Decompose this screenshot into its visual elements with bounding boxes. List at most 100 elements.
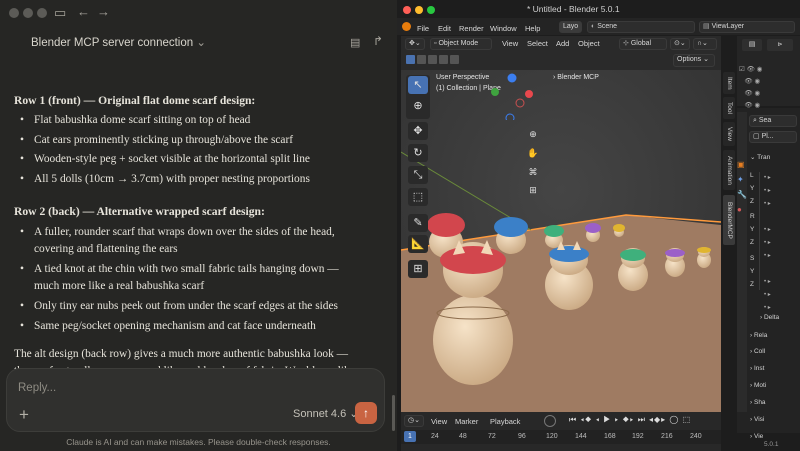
select-subtract-icon[interactable] — [428, 55, 437, 64]
proportional-edit-icon[interactable]: ∩⌄ — [693, 38, 717, 50]
chat-scrollbar[interactable] — [392, 395, 395, 431]
close-window-button[interactable] — [9, 8, 19, 18]
transform-tool-icon[interactable]: ⬚ — [408, 188, 428, 206]
properties-search[interactable]: ⌕ Sea — [749, 115, 797, 127]
mode-selector[interactable]: ▫ Object Mode — [430, 38, 492, 50]
close-window-button[interactable] — [403, 6, 411, 14]
transform-orientation[interactable]: ⊹ Global — [619, 38, 667, 50]
visibility-header[interactable]: › Visi — [750, 414, 782, 426]
playback-controls[interactable]: ⏮ ◂◆ ◂ ▶ ▸ ◆▸ ⏭ — [569, 415, 646, 425]
viewport-menu-select[interactable]: Select — [527, 39, 548, 48]
zoom-window-button[interactable] — [37, 8, 47, 18]
blender-mcp-panel-header[interactable]: › Blender MCP — [553, 74, 599, 81]
tab-item[interactable]: Item — [723, 72, 735, 94]
editor-type-icon[interactable]: ✥⌄ — [405, 38, 425, 50]
object-name-field[interactable]: ▢ Pl... — [749, 131, 797, 143]
options-label: Options — [677, 56, 702, 63]
model-name: Sonnet 4.6 — [293, 408, 347, 420]
keyframe-controls[interactable]: ◂◆▸ ◯ ⬚ — [649, 415, 691, 424]
modifier-properties-icon[interactable]: 🔧 — [737, 190, 747, 199]
tool-properties-icon[interactable]: ✦ — [737, 175, 747, 184]
back-arrow-icon[interactable]: ← — [77, 4, 90, 19]
forward-arrow-icon[interactable]: → — [97, 4, 110, 19]
row2-list: A fuller, rounder scarf that wraps down … — [14, 224, 354, 337]
shading-header[interactable]: › Sha — [750, 397, 782, 409]
zoom-icon[interactable]: ⊕ — [526, 127, 540, 141]
row1-heading: Row 1 (front) — Original flat dome scarf… — [14, 94, 256, 107]
select-tool-icon[interactable]: ↖ — [408, 76, 428, 94]
menu-file[interactable]: File — [417, 24, 429, 33]
view-layer-selector[interactable]: ▤ ViewLayer — [699, 21, 795, 33]
record-icon[interactable] — [544, 415, 556, 427]
annotate-tool-icon[interactable]: ✎ — [408, 214, 428, 232]
snap-icon[interactable]: ⊙⌄ — [670, 38, 690, 50]
minimize-window-button[interactable] — [415, 6, 423, 14]
tab-layout[interactable]: Layo — [559, 21, 583, 33]
select-box-mode-icon[interactable] — [406, 55, 415, 64]
3d-viewport[interactable]: User Perspective (1) Collection | Plane … — [401, 70, 721, 412]
property-value-dots: • ▸ • ▸ • ▸ • ▸ • ▸ • ▸ • ▸ • ▸ • ▸ — [759, 172, 781, 311]
tab-tool[interactable]: Tool — [723, 97, 735, 119]
share-icon[interactable]: ↱ — [373, 34, 383, 48]
outliner-filter-icon[interactable]: ⊳ — [767, 39, 793, 51]
timeline-menu-view[interactable]: View — [431, 417, 447, 426]
outliner-editor-icon[interactable]: ▤ — [742, 39, 762, 51]
blender-logo-icon[interactable] — [402, 22, 411, 31]
measure-tool-icon[interactable]: 📐 — [408, 235, 428, 253]
reply-box[interactable]: Reply... + Sonnet 4.6 ⌄ ↑ — [6, 368, 385, 432]
outliner-visibility-icons[interactable]: ☑ 👁 ◉ 👁 ◉ 👁 ◉ 👁 ◉ — [739, 64, 762, 112]
frame-tick: 48 — [459, 433, 467, 440]
section-label: Inst — [753, 365, 765, 372]
timeline-editor-icon[interactable]: ◷⌄ — [404, 415, 424, 427]
select-intersect-icon[interactable] — [450, 55, 459, 64]
menu-edit[interactable]: Edit — [438, 24, 451, 33]
tab-blendermcp[interactable]: BlenderMCP — [723, 195, 735, 245]
relations-header[interactable]: › Rela — [750, 330, 782, 342]
add-cube-tool-icon[interactable]: ⊞ — [408, 260, 428, 278]
timeline-ruler — [401, 430, 721, 444]
menu-render[interactable]: Render — [459, 24, 484, 33]
properties-tabs: ▣ ✦ 🔧 ● — [737, 112, 747, 412]
timeline-menu-marker[interactable]: Marker — [455, 417, 478, 426]
document-icon[interactable]: ▤ — [350, 36, 360, 49]
delta-label: Delta — [763, 314, 780, 321]
pan-hand-icon[interactable]: ✋ — [526, 146, 540, 160]
collections-header[interactable]: › Coll — [750, 346, 782, 358]
zoom-window-button[interactable] — [427, 6, 435, 14]
add-attachment-icon[interactable]: + — [19, 405, 29, 425]
move-tool-icon[interactable]: ✥ — [408, 122, 428, 140]
viewport-menu-add[interactable]: Add — [556, 39, 569, 48]
minimize-window-button[interactable] — [23, 8, 33, 18]
material-properties-icon[interactable]: ● — [737, 205, 747, 214]
menu-help[interactable]: Help — [525, 24, 540, 33]
menu-window[interactable]: Window — [490, 24, 517, 33]
rotate-tool-icon[interactable]: ↻ — [408, 144, 428, 162]
model-selector[interactable]: Sonnet 4.6 ⌄ — [293, 407, 359, 420]
object-properties-icon[interactable]: ▣ — [737, 160, 747, 169]
select-invert-icon[interactable] — [439, 55, 448, 64]
send-button[interactable]: ↑ — [355, 402, 377, 424]
tab-view[interactable]: View — [723, 122, 735, 146]
viewport-menu-view[interactable]: View — [502, 39, 518, 48]
instancing-header[interactable]: › Inst — [750, 363, 782, 375]
tab-animation[interactable]: Animation — [723, 150, 735, 190]
camera-icon[interactable]: ⌘ — [526, 165, 540, 179]
current-frame-indicator[interactable]: 1 — [404, 431, 416, 442]
cursor-tool-icon[interactable]: ⊕ — [408, 97, 428, 115]
options-menu[interactable]: Options ⌄ — [673, 54, 715, 67]
scale-tool-icon[interactable]: ⤡ — [408, 166, 428, 184]
transform-panel-header[interactable]: ⌄ Tran — [750, 152, 782, 164]
grid-icon[interactable]: ⊞ — [526, 183, 540, 197]
viewport-menu-object[interactable]: Object — [578, 39, 600, 48]
disclaimer-text: Claude is AI and can make mistakes. Plea… — [66, 437, 331, 447]
list-item: Cat ears prominently sticking up through… — [14, 132, 354, 152]
select-extend-icon[interactable] — [417, 55, 426, 64]
motion-paths-header[interactable]: › Moti — [750, 380, 782, 392]
sidebar-toggle-icon[interactable]: ▭ — [54, 5, 66, 21]
delta-transform-header[interactable]: › Delta — [760, 312, 792, 324]
reply-input[interactable]: Reply... — [18, 382, 56, 394]
conversation-title[interactable]: Blender MCP server connection ⌄ — [31, 35, 206, 49]
timeline-menu-playback[interactable]: Playback — [490, 417, 520, 426]
navigation-gizmo[interactable] — [487, 70, 537, 120]
scene-selector[interactable]: ◐ Scene — [587, 21, 695, 33]
